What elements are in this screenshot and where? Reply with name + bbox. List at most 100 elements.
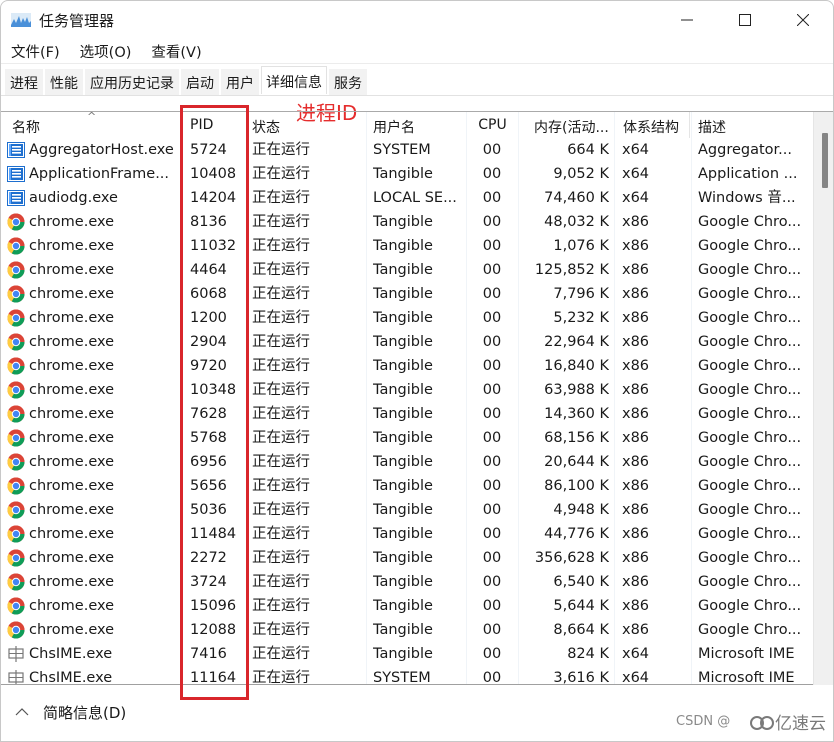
- table-row[interactable]: chrome.exe 7628 正在运行 Tangible 00 14,360 K x86 G…: [1, 402, 813, 426]
- column-header-username[interactable]: 用户名: [367, 112, 467, 138]
- process-memory: 4,948 K: [553, 502, 609, 518]
- table-row[interactable]: chrome.exe 5656 正在运行 Tangible 00 86,100 K x86 G…: [1, 474, 813, 498]
- process-username: Tangible: [373, 238, 433, 254]
- process-cpu: 00: [482, 622, 502, 638]
- process-memory: 125,852 K: [534, 262, 609, 278]
- process-status: 正在运行: [252, 574, 310, 590]
- process-name: chrome.exe: [29, 406, 115, 422]
- column-header-name[interactable]: 名称 ^: [1, 112, 181, 138]
- table-row[interactable]: chrome.exe 2904 正在运行 Tangible 00 22,964 K x86 G…: [1, 330, 813, 354]
- chrome-icon: [7, 258, 26, 282]
- process-cpu: 00: [482, 166, 502, 182]
- process-status: 正在运行: [252, 430, 310, 446]
- title-bar[interactable]: 任务管理器: [1, 1, 833, 39]
- process-username: SYSTEM: [373, 142, 431, 158]
- menu-file[interactable]: 文件(F): [1, 41, 70, 62]
- tab-users[interactable]: 用户: [221, 69, 259, 95]
- process-architecture: x86: [622, 574, 650, 590]
- process-username: Tangible: [373, 286, 433, 302]
- table-row[interactable]: chrome.exe 12088 正在运行 Tangible 00 8,664 K x86 G…: [1, 618, 813, 642]
- table-row[interactable]: AggregatorHost.exe 5724 正在运行 SYSTEM 00 664 K x…: [1, 138, 813, 162]
- table-row[interactable]: chrome.exe 4464 正在运行 Tangible 00 125,852 K x86…: [1, 258, 813, 282]
- tab-details[interactable]: 详细信息: [261, 66, 327, 94]
- process-name: chrome.exe: [29, 382, 115, 398]
- process-architecture: x86: [622, 406, 650, 422]
- table-row[interactable]: chrome.exe 11484 正在运行 Tangible 00 44,776 K x86…: [1, 522, 813, 546]
- table-row[interactable]: audiodg.exe 14204 正在运行 LOCAL SE... 00 74,460 …: [1, 186, 813, 210]
- column-header-architecture[interactable]: 体系结构: [615, 112, 690, 138]
- process-memory: 20,644 K: [544, 454, 609, 470]
- process-cpu: 00: [482, 550, 502, 566]
- table-row[interactable]: ChsIME.exe 11164 正在运行 SYSTEM 00 3,616 K x64 Mic…: [1, 666, 813, 685]
- table-row[interactable]: chrome.exe 6068 正在运行 Tangible 00 7,796 K x86 Go…: [1, 282, 813, 306]
- column-header-description[interactable]: 描述: [690, 112, 813, 138]
- process-pid: 10408: [190, 166, 237, 182]
- process-description: Google Chro...: [698, 502, 802, 518]
- tab-divider: [1, 95, 833, 96]
- table-row[interactable]: chrome.exe 2272 正在运行 Tangible 00 356,628 K x86…: [1, 546, 813, 570]
- process-cpu: 00: [482, 190, 502, 206]
- tab-startup[interactable]: 启动: [181, 69, 219, 95]
- maximize-button[interactable]: [716, 1, 774, 39]
- process-pid: 15096: [190, 598, 237, 614]
- process-status: 正在运行: [252, 502, 310, 518]
- process-architecture: x64: [622, 646, 650, 662]
- scrollbar-thumb[interactable]: [822, 133, 828, 188]
- process-pid: 10348: [190, 382, 237, 398]
- tab-performance[interactable]: 性能: [45, 69, 83, 95]
- vertical-scrollbar[interactable]: [813, 112, 833, 685]
- table-row[interactable]: chrome.exe 11032 正在运行 Tangible 00 1,076 K x86 G…: [1, 234, 813, 258]
- process-architecture: x86: [622, 430, 650, 446]
- column-header-memory[interactable]: 内存(活动...: [519, 112, 615, 138]
- process-name: chrome.exe: [29, 430, 115, 446]
- process-username: Tangible: [373, 214, 433, 230]
- table-row[interactable]: chrome.exe 8136 正在运行 Tangible 00 48,032 K x86 G…: [1, 210, 813, 234]
- close-button[interactable]: [774, 1, 832, 39]
- tab-processes[interactable]: 进程: [5, 69, 43, 95]
- table-row[interactable]: chrome.exe 9720 正在运行 Tangible 00 16,840 K x86 G…: [1, 354, 813, 378]
- chrome-icon: [7, 234, 26, 258]
- process-architecture: x64: [622, 190, 650, 206]
- table-row[interactable]: ChsIME.exe 7416 正在运行 Tangible 00 824 K x64 Micr…: [1, 642, 813, 666]
- table-row[interactable]: chrome.exe 15096 正在运行 Tangible 00 5,644 K x86 G…: [1, 594, 813, 618]
- process-status: 正在运行: [252, 190, 310, 206]
- process-architecture: x86: [622, 502, 650, 518]
- menu-view[interactable]: 查看(V): [141, 41, 211, 62]
- process-description: Google Chro...: [698, 334, 802, 350]
- application-window-icon: [7, 162, 26, 186]
- process-architecture: x86: [622, 262, 650, 278]
- process-description: Google Chro...: [698, 622, 802, 638]
- fewer-details-button[interactable]: 简略信息(D): [15, 702, 126, 723]
- table-row[interactable]: chrome.exe 5768 正在运行 Tangible 00 68,156 K x86 G…: [1, 426, 813, 450]
- menu-options[interactable]: 选项(O): [70, 41, 142, 62]
- process-name: chrome.exe: [29, 334, 115, 350]
- column-header-cpu[interactable]: CPU: [467, 112, 519, 138]
- process-name: chrome.exe: [29, 478, 115, 494]
- tab-app-history[interactable]: 应用历史记录: [85, 69, 179, 95]
- process-username: Tangible: [373, 502, 433, 518]
- process-description: Google Chro...: [698, 478, 802, 494]
- process-memory: 63,988 K: [544, 382, 609, 398]
- tab-services[interactable]: 服务: [329, 69, 367, 95]
- process-status: 正在运行: [252, 166, 310, 182]
- column-header-status[interactable]: 状态: [247, 112, 367, 138]
- table-row[interactable]: chrome.exe 6956 正在运行 Tangible 00 20,644 K x86 G…: [1, 450, 813, 474]
- table-row[interactable]: chrome.exe 3724 正在运行 Tangible 00 6,540 K x86 Go…: [1, 570, 813, 594]
- table-row[interactable]: ApplicationFrame... 10408 正在运行 Tangible 00 9,…: [1, 162, 813, 186]
- chrome-icon: [7, 378, 26, 402]
- process-status: 正在运行: [252, 334, 310, 350]
- process-cpu: 00: [482, 430, 502, 446]
- process-pid: 11164: [190, 670, 237, 685]
- process-memory: 68,156 K: [544, 430, 609, 446]
- minimize-button[interactable]: [658, 1, 716, 39]
- process-memory: 6,540 K: [553, 574, 609, 590]
- process-architecture: x86: [622, 478, 650, 494]
- table-row[interactable]: chrome.exe 1200 正在运行 Tangible 00 5,232 K x86 Go…: [1, 306, 813, 330]
- column-header-pid[interactable]: PID: [181, 112, 247, 138]
- table-row[interactable]: chrome.exe 10348 正在运行 Tangible 00 63,988 K x86…: [1, 378, 813, 402]
- process-pid: 5768: [190, 430, 227, 446]
- process-pid: 2904: [190, 334, 227, 350]
- process-cpu: 00: [482, 670, 502, 685]
- process-cpu: 00: [482, 646, 502, 662]
- table-row[interactable]: chrome.exe 5036 正在运行 Tangible 00 4,948 K x86 Go…: [1, 498, 813, 522]
